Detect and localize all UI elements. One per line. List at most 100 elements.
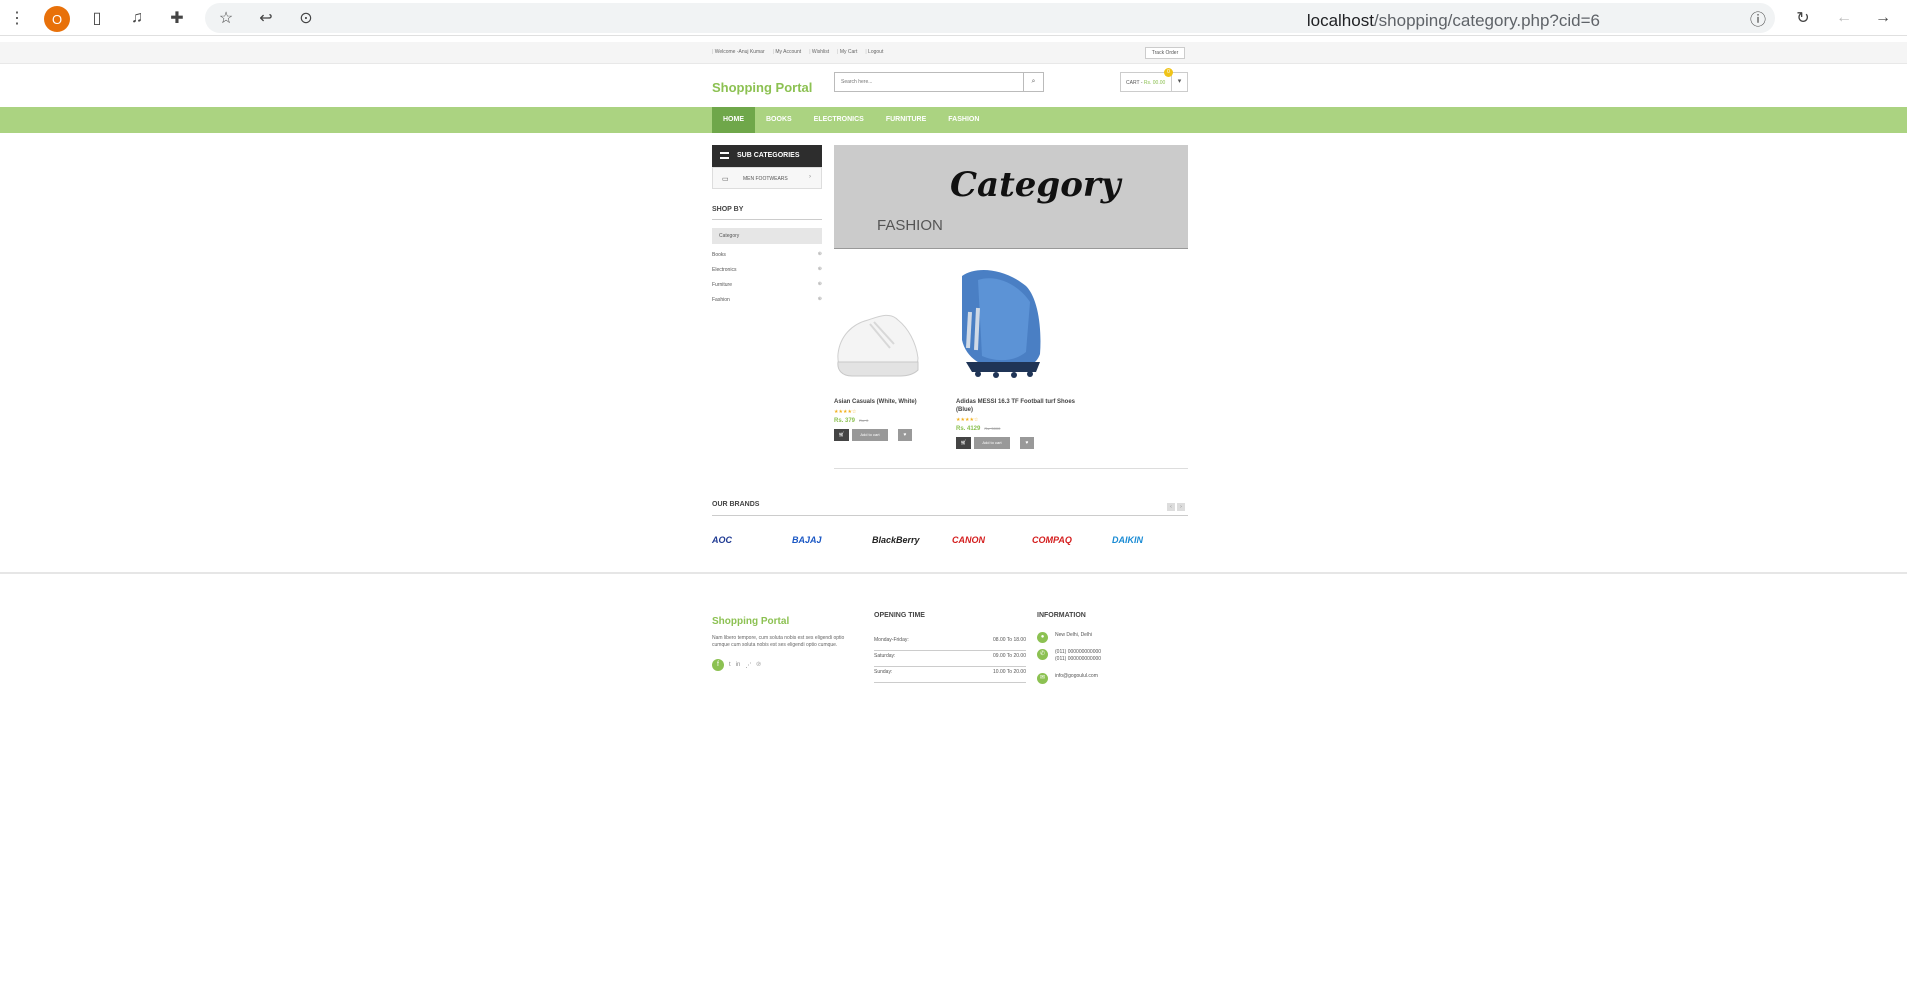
address-bar[interactable]: ☆ ↩ ⊙ localhost/shopping/category.php?ci… <box>205 3 1775 33</box>
list-icon <box>720 152 729 159</box>
cart-dropdown[interactable]: CART - Rs. 00.00 ▾ 0 <box>1120 68 1188 92</box>
category-fashion[interactable]: Fashion <box>712 296 822 312</box>
brand-logo-blackberry[interactable]: BlackBerry <box>872 535 952 545</box>
category-electronics[interactable]: Electronics <box>712 266 822 282</box>
add-to-cart-button[interactable]: Add to cart <box>974 437 1010 449</box>
brands-carousel-nav: ‹ › <box>1167 503 1185 511</box>
add-to-cart-button[interactable]: Add to cart <box>852 429 888 441</box>
monitor-icon: ▭ <box>722 176 729 183</box>
social-links: f t in ⋰ ℗ <box>712 659 761 671</box>
my-cart-link[interactable]: My Cart <box>837 49 858 55</box>
cart-label: CART - Rs. 00.00 <box>1126 80 1166 86</box>
search-button[interactable]: ⌕ <box>1023 73 1043 91</box>
footer-logo[interactable]: Shopping Portal <box>712 616 789 627</box>
search-icon: ⌕ <box>1031 78 1036 85</box>
shop-by-title: SHOP BY <box>712 206 744 213</box>
phone-row: ✆ (011) 000000000000 (011) 000000000000 <box>1037 649 1101 663</box>
cart-icon[interactable]: 🛒︎ <box>834 429 849 441</box>
rss-icon[interactable]: ⋰ <box>745 662 751 669</box>
nav-fashion[interactable]: FASHION <box>937 107 990 133</box>
browser-toolbar: ⋮ O ▯ ♫ ✚ ☆ ↩ ⊙ localhost/shopping/categ… <box>0 0 1907 36</box>
search-bar: ⌕ <box>834 72 1044 92</box>
nav-furniture[interactable]: FURNITURE <box>875 107 937 133</box>
address-row: ● New Delhi, Delhi <box>1037 632 1101 643</box>
rating-stars: ★★★★☆ <box>956 417 979 423</box>
profile-avatar[interactable]: O <box>44 6 70 32</box>
menu-dots-icon[interactable]: ⋮ <box>6 7 28 29</box>
forward-icon[interactable]: → <box>1872 7 1894 29</box>
welcome-link[interactable]: Welcome -Anuj Kumar <box>712 49 765 55</box>
back-icon[interactable]: ← <box>1833 7 1855 29</box>
my-account-link[interactable]: My Account <box>773 49 801 55</box>
share-icon[interactable]: ↩ <box>255 7 277 29</box>
chevron-right-icon: › <box>809 174 811 180</box>
product-name[interactable]: Adidas MESSI 16.3 TF Football turf Shoes… <box>956 398 1076 414</box>
wishlist-heart-icon[interactable]: ♥ <box>1020 437 1034 449</box>
cart-icon[interactable]: 🛒︎ <box>956 437 971 449</box>
track-order-button[interactable]: Track Order <box>1145 47 1185 59</box>
site-logo[interactable]: Shopping Portal <box>712 80 812 95</box>
brands-carousel: AOC BAJAJ BlackBerry CANON COMPAQ DAIKIN <box>712 535 1192 545</box>
reload-icon[interactable]: ↻ <box>1792 7 1814 29</box>
product-image-white-sneaker[interactable] <box>834 262 922 390</box>
media-control-icon[interactable]: ♫ <box>126 7 148 29</box>
product-price: Rs. 4129 Rs. 5000 <box>956 426 1001 432</box>
search-input[interactable] <box>835 73 1023 91</box>
category-furniture[interactable]: Furniture <box>712 281 822 297</box>
site-topbar: Welcome -Anuj Kumar My Account Wishlist … <box>0 42 1907 64</box>
hours-row: Sunday: 10.00 To 20.00 <box>874 667 1026 683</box>
subcategory-item[interactable]: ▭ MEN FOOTWEARS › <box>712 167 822 189</box>
product-name[interactable]: Asian Casuals (White, White) <box>834 398 954 406</box>
chevron-left-icon[interactable]: ‹ <box>1167 503 1175 511</box>
brand-logo-aoc[interactable]: AOC <box>712 535 792 545</box>
email-row: ✉ info@gogoulul.com <box>1037 673 1101 684</box>
brand-logo-canon[interactable]: CANON <box>952 535 1032 545</box>
cart-count-badge: 0 <box>1164 68 1173 77</box>
url-text[interactable]: localhost/shopping/category.php?cid=6 <box>1307 11 1600 31</box>
chevron-down-icon[interactable]: ▾ <box>1171 73 1187 91</box>
lens-icon[interactable]: ⊙ <box>295 7 317 29</box>
chevron-right-icon[interactable]: › <box>1177 503 1185 511</box>
linkedin-icon[interactable]: in <box>736 662 741 668</box>
footer-description: Nam libero tempore, cum soluta nobis est… <box>712 635 845 648</box>
brand-logo-daikin[interactable]: DAIKIN <box>1112 535 1192 545</box>
pinterest-icon[interactable]: ℗ <box>756 662 760 668</box>
rating-stars: ★★★★☆ <box>834 409 857 415</box>
subcategories-header: SUB CATEGORIES <box>712 145 822 167</box>
product-card: Adidas MESSI 16.3 TF Football turf Shoes… <box>956 262 1076 449</box>
main-nav: HOME BOOKS ELECTRONICS FURNITURE FASHION <box>0 107 1907 133</box>
wishlist-heart-icon[interactable]: ♥ <box>898 429 912 441</box>
extensions-icon[interactable]: ✚ <box>166 7 188 29</box>
category-banner: Category FASHION <box>834 145 1188 249</box>
site-info-icon[interactable]: ⓘ <box>1747 7 1769 29</box>
banner-subtitle: FASHION <box>877 217 943 234</box>
sidebar-icon[interactable]: ▯ <box>86 7 108 29</box>
hours-row: Monday-Friday: 08.00 To 18.00 <box>874 635 1026 651</box>
footer-divider <box>0 572 1907 574</box>
category-label: Category <box>712 228 822 244</box>
product-image-blue-football-shoes[interactable] <box>956 262 1044 390</box>
phone-icon: ✆ <box>1037 649 1048 660</box>
divider <box>834 468 1188 469</box>
nav-electronics[interactable]: ELECTRONICS <box>803 107 875 133</box>
banner-title: Category <box>950 165 1121 205</box>
twitter-icon[interactable]: t <box>729 662 731 668</box>
bookmark-star-icon[interactable]: ☆ <box>215 7 237 29</box>
contact-info: ● New Delhi, Delhi ✆ (011) 000000000000 (01… <box>1037 632 1101 688</box>
facebook-icon[interactable]: f <box>712 659 724 671</box>
product-price: Rs. 379 Rs. 0 <box>834 418 869 424</box>
nav-home[interactable]: HOME <box>712 107 755 133</box>
category-list: Books Electronics Furniture Fashion <box>712 251 822 312</box>
brand-logo-compaq[interactable]: COMPAQ <box>1032 535 1112 545</box>
brand-logo-bajaj[interactable]: BAJAJ <box>792 535 872 545</box>
product-card: Asian Casuals (White, White) ★★★★☆ Rs. 3… <box>834 262 954 441</box>
brands-title: OUR BRANDS <box>712 501 760 508</box>
logout-link[interactable]: Logout <box>865 49 883 55</box>
product-actions: 🛒︎ Add to cart ♥ <box>834 429 954 441</box>
wishlist-link[interactable]: Wishlist <box>809 49 829 55</box>
category-books[interactable]: Books <box>712 251 822 267</box>
envelope-icon: ✉ <box>1037 673 1048 684</box>
divider <box>712 515 1188 516</box>
nav-books[interactable]: BOOKS <box>755 107 803 133</box>
divider <box>712 219 822 220</box>
